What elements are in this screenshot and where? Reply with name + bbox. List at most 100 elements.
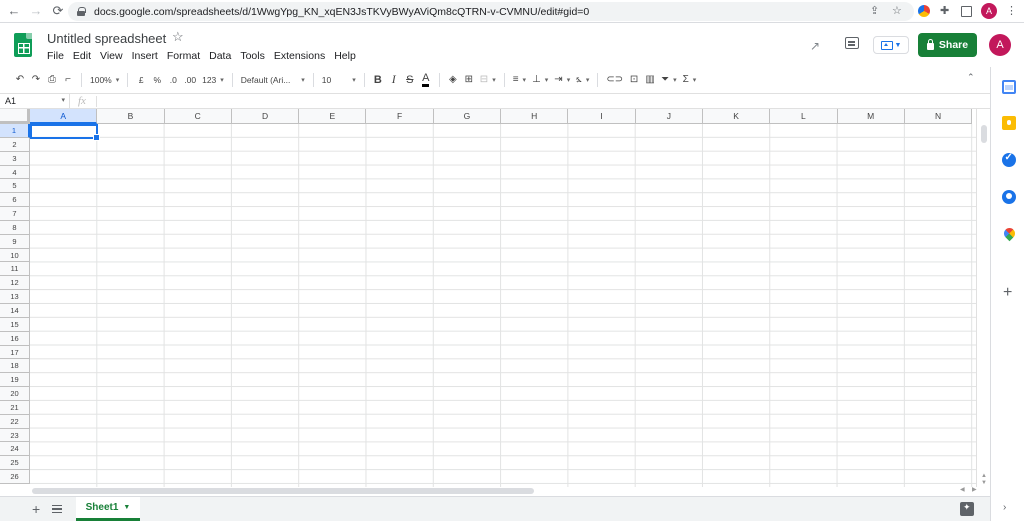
filter-icon[interactable]: ⏷ bbox=[658, 71, 680, 89]
active-cell-a1[interactable] bbox=[30, 124, 100, 141]
text-color-button[interactable]: A bbox=[422, 72, 430, 87]
scroll-left-icon[interactable]: ◀ bbox=[960, 486, 965, 493]
keep-icon[interactable] bbox=[1002, 116, 1016, 130]
column-header[interactable]: L bbox=[770, 109, 838, 124]
horizontal-align-icon[interactable]: ≡ bbox=[510, 71, 529, 89]
row-header[interactable]: 1 bbox=[0, 124, 30, 138]
italic-button[interactable]: I bbox=[386, 71, 402, 89]
row-header[interactable]: 19 bbox=[0, 373, 30, 388]
print-icon[interactable]: ⎙ bbox=[44, 71, 60, 89]
horizontal-scrollbar[interactable]: ◀ ▶ bbox=[30, 487, 990, 496]
merge-cells-icon[interactable]: ⊟ bbox=[477, 71, 499, 89]
row-header[interactable]: 25 bbox=[0, 456, 30, 471]
row-header[interactable]: 8 bbox=[0, 220, 30, 235]
share-button[interactable]: Share bbox=[918, 33, 977, 57]
menu-view[interactable]: View bbox=[100, 50, 123, 62]
calendar-icon[interactable] bbox=[1002, 80, 1016, 94]
row-header[interactable]: 23 bbox=[0, 428, 30, 443]
row-header[interactable]: 22 bbox=[0, 414, 30, 429]
column-header[interactable]: D bbox=[231, 109, 300, 124]
row-header[interactable]: 26 bbox=[0, 470, 30, 484]
column-header[interactable]: B bbox=[97, 109, 165, 124]
row-header[interactable]: 16 bbox=[0, 331, 30, 346]
row-header[interactable]: 13 bbox=[0, 290, 30, 304]
column-header[interactable]: C bbox=[164, 109, 232, 124]
redo-icon[interactable]: ↷ bbox=[28, 71, 44, 89]
comment-history-icon[interactable] bbox=[845, 37, 859, 49]
menu-file[interactable]: File bbox=[47, 50, 64, 62]
column-header[interactable]: K bbox=[702, 109, 771, 124]
fill-color-icon[interactable]: ◈ bbox=[445, 71, 461, 89]
row-header[interactable]: 20 bbox=[0, 387, 30, 401]
document-title[interactable]: Untitled spreadsheet bbox=[47, 31, 166, 46]
name-box[interactable]: A1 bbox=[0, 94, 70, 108]
menu-tools[interactable]: Tools bbox=[240, 50, 265, 62]
increase-decimal-button[interactable]: .00 bbox=[181, 71, 199, 89]
present-button[interactable]: ▼ bbox=[873, 36, 909, 54]
strikethrough-button[interactable]: S bbox=[402, 71, 418, 89]
hide-side-panel-icon[interactable]: › bbox=[1003, 502, 1006, 513]
currency-format-button[interactable]: £ bbox=[133, 71, 149, 89]
insert-chart-icon[interactable]: ▥ bbox=[642, 71, 658, 89]
row-header[interactable]: 24 bbox=[0, 442, 30, 457]
scroll-down-icon[interactable]: ▼ bbox=[981, 480, 987, 486]
paint-format-icon[interactable]: ⌐ bbox=[60, 71, 76, 89]
cell-area[interactable] bbox=[30, 124, 976, 487]
row-header[interactable]: 14 bbox=[0, 303, 30, 318]
maps-icon[interactable] bbox=[1004, 228, 1015, 242]
vertical-scroll-thumb[interactable] bbox=[981, 125, 987, 143]
text-wrapping-icon[interactable]: ⇥ bbox=[551, 71, 573, 89]
browser-menu-icon[interactable]: ⋮ bbox=[1006, 4, 1020, 18]
percent-format-button[interactable]: % bbox=[149, 71, 165, 89]
bookmark-star-icon[interactable]: ☆ bbox=[892, 4, 906, 18]
address-bar[interactable]: docs.google.com/spreadsheets/d/1WwgYpg_K… bbox=[68, 2, 914, 21]
font-size-select[interactable]: 10 bbox=[319, 71, 359, 89]
scroll-up-icon[interactable]: ▲ bbox=[981, 473, 987, 479]
horizontal-scroll-thumb[interactable] bbox=[32, 488, 534, 494]
back-icon[interactable]: ← bbox=[6, 3, 22, 19]
borders-icon[interactable]: ⊞ bbox=[461, 71, 477, 89]
tasks-icon[interactable] bbox=[1002, 152, 1016, 167]
explore-icon[interactable] bbox=[960, 502, 974, 516]
row-header[interactable]: 6 bbox=[0, 193, 30, 208]
vertical-scrollbar[interactable]: ▲ ▼ bbox=[976, 109, 990, 487]
browser-profile-avatar[interactable]: A bbox=[981, 3, 997, 19]
menu-format[interactable]: Format bbox=[167, 50, 200, 62]
side-panel-icon[interactable] bbox=[961, 6, 972, 17]
menu-data[interactable]: Data bbox=[209, 50, 231, 62]
more-formats-select[interactable]: 123 bbox=[199, 71, 227, 89]
column-header[interactable]: N bbox=[904, 109, 973, 124]
menu-extensions[interactable]: Extensions bbox=[274, 50, 325, 62]
row-header[interactable]: 15 bbox=[0, 317, 30, 332]
column-header[interactable]: F bbox=[366, 109, 434, 124]
column-header[interactable]: M bbox=[837, 109, 905, 124]
star-icon[interactable]: ☆ bbox=[172, 29, 184, 45]
row-header[interactable]: 2 bbox=[0, 137, 30, 152]
row-header[interactable]: 10 bbox=[0, 248, 30, 263]
bold-button[interactable]: B bbox=[370, 71, 386, 89]
add-sheet-icon[interactable]: + bbox=[32, 501, 40, 517]
row-header[interactable]: 18 bbox=[0, 359, 30, 374]
row-header[interactable]: 4 bbox=[0, 165, 30, 180]
forward-icon[interactable]: → bbox=[28, 3, 44, 19]
row-header[interactable]: 7 bbox=[0, 207, 30, 221]
extension-icon[interactable] bbox=[918, 5, 930, 17]
last-edit-trend-icon[interactable]: ↗ bbox=[810, 39, 826, 53]
insert-comment-icon[interactable]: ⊡ bbox=[626, 71, 642, 89]
undo-icon[interactable]: ↶ bbox=[12, 71, 28, 89]
scroll-right-icon[interactable]: ▶ bbox=[972, 486, 977, 493]
text-rotation-icon[interactable]: ⦩ bbox=[573, 71, 592, 89]
all-sheets-icon[interactable] bbox=[52, 505, 62, 513]
row-header[interactable]: 11 bbox=[0, 262, 30, 277]
add-on-plus-icon[interactable]: + bbox=[1003, 284, 1017, 301]
functions-button[interactable]: Σ bbox=[680, 71, 700, 89]
menu-help[interactable]: Help bbox=[334, 50, 356, 62]
chevron-down-icon[interactable]: ▼ bbox=[123, 504, 130, 511]
column-header[interactable]: H bbox=[501, 109, 569, 124]
sheet-tab[interactable]: Sheet1 ▼ bbox=[76, 497, 140, 521]
row-header[interactable]: 9 bbox=[0, 234, 30, 249]
insert-link-icon[interactable]: ⊂⊃ bbox=[603, 71, 626, 89]
collapse-menus-icon[interactable]: ⌃ bbox=[967, 72, 975, 83]
share-page-icon[interactable]: ⇪ bbox=[870, 4, 884, 18]
column-header[interactable]: J bbox=[635, 109, 703, 124]
